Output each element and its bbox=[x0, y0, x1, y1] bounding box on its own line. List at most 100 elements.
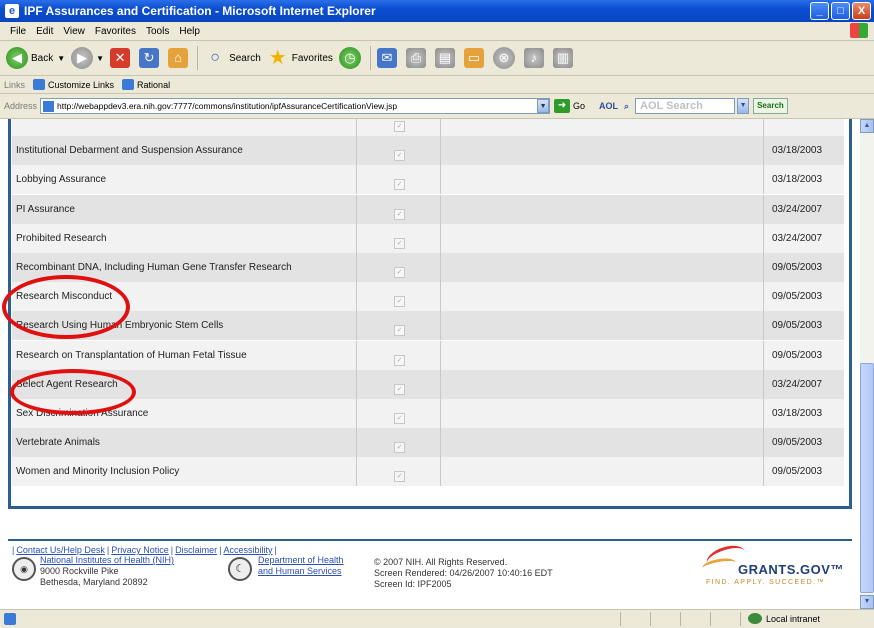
status-bar: Local intranet bbox=[0, 609, 874, 628]
menu-edit[interactable]: Edit bbox=[36, 26, 53, 37]
menu-tools[interactable]: Tools bbox=[146, 26, 169, 37]
assurance-date: 09/05/2003 bbox=[772, 349, 823, 361]
assurance-date: 03/18/2003 bbox=[772, 408, 823, 419]
aol-search-input[interactable]: AOL Search bbox=[635, 98, 736, 114]
favorites-button[interactable]: ★ Favorites bbox=[267, 47, 333, 69]
aol-button[interactable]: AOL bbox=[599, 101, 618, 111]
status-divider bbox=[740, 612, 741, 626]
checked-checkbox[interactable]: ✓ bbox=[394, 413, 405, 424]
menu-view[interactable]: View bbox=[63, 26, 85, 37]
aol-search-button[interactable]: Search bbox=[753, 98, 788, 114]
table-row: Lobbying Assurance ✓ 03/18/2003 bbox=[12, 165, 844, 196]
checked-checkbox[interactable]: ✓ bbox=[394, 354, 405, 366]
checked-checkbox[interactable]: ✓ bbox=[394, 442, 405, 454]
home-button[interactable]: ⌂ bbox=[168, 48, 191, 68]
link-label: Customize Links bbox=[48, 79, 115, 90]
aol-dropdown-icon[interactable]: ▼ bbox=[737, 98, 750, 114]
research-icon: ▥ bbox=[552, 48, 573, 68]
checked-checkbox[interactable]: ✓ bbox=[394, 267, 405, 278]
blank-cell bbox=[441, 282, 764, 312]
checked-checkbox[interactable]: ✓ bbox=[394, 150, 405, 162]
link-customize-links[interactable]: Customize Links bbox=[33, 79, 114, 90]
windows-logo-icon bbox=[850, 23, 868, 38]
messenger-icon: ⊗ bbox=[492, 47, 515, 69]
scroll-thumb[interactable] bbox=[860, 363, 874, 593]
status-divider bbox=[620, 612, 621, 626]
toolbar-separator bbox=[197, 46, 199, 70]
address-input[interactable]: http://webappdev3.era.nih.gov:7777/commo… bbox=[40, 98, 551, 114]
table-row: Institutional Debarment and Suspension A… bbox=[12, 136, 844, 167]
table-row: Research Using Human Embryonic Stem Cell… bbox=[12, 311, 844, 342]
blank-cell bbox=[441, 165, 764, 195]
assurance-name-cell: Institutional Debarment and Suspension A… bbox=[12, 136, 357, 166]
date-cell: 03/24/2007 bbox=[764, 370, 844, 399]
minimize-button[interactable]: _ bbox=[810, 2, 829, 20]
checked-checkbox[interactable]: ✓ bbox=[394, 237, 405, 249]
blank-cell bbox=[441, 223, 764, 253]
scroll-up-icon[interactable]: ▲ bbox=[860, 119, 874, 133]
intranet-icon bbox=[748, 613, 762, 624]
close-button[interactable]: X bbox=[852, 2, 871, 20]
grants-title: GRANTS.GOV™ bbox=[738, 562, 844, 577]
address-url: http://webappdev3.era.nih.gov:7777/commo… bbox=[57, 101, 398, 111]
forward-button[interactable]: ▶ ▼ bbox=[71, 47, 104, 69]
blank-cell bbox=[441, 457, 764, 487]
mail-button[interactable]: ✉ bbox=[376, 48, 400, 68]
checkbox-cell: ✓ bbox=[357, 428, 441, 458]
checkbox-cell: ✓ bbox=[357, 340, 441, 370]
vertical-scrollbar[interactable]: ▲ ▼ bbox=[860, 119, 874, 609]
checked-checkbox[interactable]: ✓ bbox=[394, 121, 405, 132]
search-button[interactable]: ○ Search bbox=[204, 47, 261, 69]
media-button[interactable]: ♪ bbox=[523, 48, 547, 68]
contact-link[interactable]: Contact Us/Help Desk bbox=[16, 545, 105, 555]
checkbox-cell: ✓ bbox=[357, 223, 441, 253]
stop-icon: ✕ bbox=[110, 48, 131, 68]
menu-help[interactable]: Help bbox=[179, 26, 200, 37]
folder-button[interactable]: ▭ bbox=[463, 48, 487, 68]
highlight-oval bbox=[2, 275, 130, 339]
messenger-button[interactable]: ⊗ bbox=[492, 47, 518, 69]
forward-arrow-icon: ▶ bbox=[71, 47, 94, 69]
nih-link[interactable]: National Institutes of Health (NIH) bbox=[40, 555, 174, 566]
checked-checkbox[interactable]: ✓ bbox=[394, 296, 405, 308]
checked-checkbox[interactable]: ✓ bbox=[394, 325, 405, 337]
hhs-link[interactable]: Department of Health and Human Services bbox=[258, 555, 344, 577]
table-row: ✓ bbox=[12, 119, 844, 137]
link-rational[interactable]: Rational bbox=[122, 79, 170, 90]
accessibility-link[interactable]: Accessibility bbox=[223, 545, 272, 555]
forward-dropdown-icon[interactable]: ▼ bbox=[96, 54, 104, 63]
checked-checkbox[interactable]: ✓ bbox=[394, 208, 405, 220]
back-button[interactable]: ◀ Back ▼ bbox=[6, 47, 65, 69]
link-page-icon bbox=[33, 79, 46, 90]
print-button[interactable]: ⎙ bbox=[405, 48, 429, 68]
scroll-down-icon[interactable]: ▼ bbox=[860, 595, 874, 609]
history-button[interactable]: ◷ bbox=[338, 47, 364, 69]
research-button[interactable]: ▥ bbox=[552, 48, 576, 68]
table-row: Vertebrate Animals ✓ 09/05/2003 bbox=[12, 428, 844, 459]
address-dropdown-icon[interactable]: ▼ bbox=[537, 99, 550, 113]
grants-gov-logo[interactable]: GRANTS.GOV™ FIND. APPLY. SUCCEED.™ bbox=[700, 539, 850, 589]
privacy-link[interactable]: Privacy Notice bbox=[111, 545, 169, 555]
nih-address-line: Bethesda, Maryland 20892 bbox=[40, 577, 148, 587]
checked-checkbox[interactable]: ✓ bbox=[394, 471, 405, 483]
edit-button[interactable]: ▤ bbox=[434, 48, 458, 68]
checked-checkbox[interactable]: ✓ bbox=[394, 179, 405, 191]
link-label: Rational bbox=[137, 79, 171, 90]
blank-cell bbox=[441, 428, 764, 458]
copyright-text: © 2007 NIH. All Rights Reserved. bbox=[374, 557, 508, 567]
security-zone: Local intranet bbox=[748, 613, 820, 624]
refresh-button[interactable]: ↻ bbox=[139, 48, 162, 68]
address-label: Address bbox=[4, 101, 38, 111]
stop-button[interactable]: ✕ bbox=[110, 48, 133, 68]
assurance-name: Institutional Debarment and Suspension A… bbox=[16, 145, 243, 157]
maximize-button[interactable]: □ bbox=[831, 2, 850, 20]
menu-favorites[interactable]: Favorites bbox=[95, 26, 136, 37]
back-dropdown-icon[interactable]: ▼ bbox=[57, 54, 65, 63]
checked-checkbox[interactable]: ✓ bbox=[394, 383, 405, 395]
go-button[interactable]: ➜ Go bbox=[554, 99, 585, 113]
table-row: Research Misconduct ✓ 09/05/2003 bbox=[12, 282, 844, 313]
disclaimer-link[interactable]: Disclaimer bbox=[175, 545, 217, 555]
hhs-link-line: Department of Health bbox=[258, 555, 344, 565]
nih-seal-icon: ◉ bbox=[12, 557, 36, 581]
menu-file[interactable]: File bbox=[10, 26, 26, 37]
